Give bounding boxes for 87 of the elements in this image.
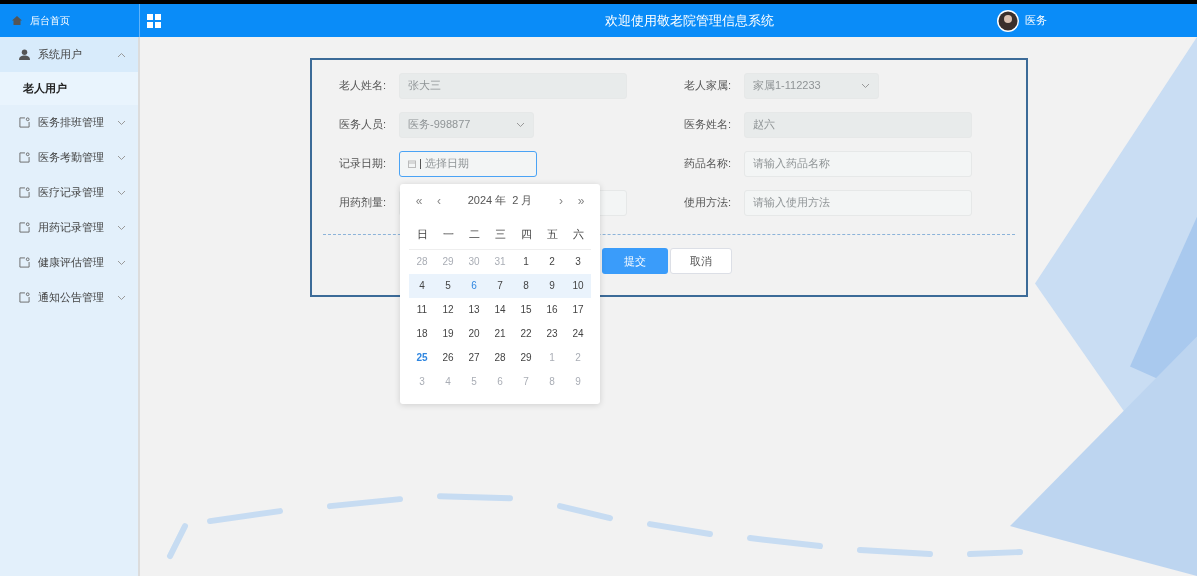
field-value: 赵六 <box>753 117 776 133</box>
home-icon <box>12 16 22 25</box>
dropdown-icon <box>861 82 870 89</box>
document-icon <box>19 152 30 163</box>
calendar-day[interactable]: 12 <box>435 302 461 317</box>
sidebar-submenu-item[interactable]: 老人用户 <box>0 72 138 105</box>
expand-icon <box>117 154 126 161</box>
calendar-day[interactable]: 7 <box>487 278 513 293</box>
collapse-icon <box>117 51 126 58</box>
field-placeholder: 请输入使用方法 <box>753 195 831 211</box>
field-value: 家属1-112233 <box>753 78 822 94</box>
calendar-day[interactable]: 13 <box>461 302 487 317</box>
document-icon <box>19 222 30 233</box>
document-icon <box>19 187 30 198</box>
sidebar-menu-item[interactable]: 医疗记录管理 <box>0 175 138 210</box>
calendar-icon <box>408 159 416 168</box>
previous-month-button[interactable]: ‹ <box>429 191 449 210</box>
year-label[interactable]: 2024 年 <box>467 192 507 209</box>
calendar-day[interactable]: 18 <box>409 326 435 341</box>
calendar-day[interactable]: 2 <box>539 254 565 269</box>
user-icon <box>19 49 30 60</box>
calendar-day[interactable]: 17 <box>565 302 591 317</box>
calendar-day[interactable]: 8 <box>513 278 539 293</box>
field-label: 医务人员: <box>337 117 386 133</box>
document-icon <box>19 117 30 128</box>
previous-year-button[interactable]: « <box>409 191 429 210</box>
field-value: 医务-998877 <box>408 117 472 133</box>
expand-icon <box>117 294 126 301</box>
field-placeholder: 请输入药品名称 <box>753 156 831 172</box>
header-title: 欢迎使用敬老院管理信息系统 <box>603 11 775 30</box>
calendar-day[interactable]: 21 <box>487 326 513 341</box>
calendar-day[interactable]: 22 <box>513 326 539 341</box>
weekday-label: 一 <box>441 227 455 242</box>
document-icon <box>19 292 30 303</box>
calendar-day[interactable]: 14 <box>487 302 513 317</box>
field-label: 记录日期: <box>337 156 386 172</box>
expand-icon <box>117 119 126 126</box>
calendar-day[interactable]: 15 <box>513 302 539 317</box>
sidebar-menu-item[interactable]: 用药记录管理 <box>0 210 138 245</box>
dropdown-icon <box>516 121 525 128</box>
calendar-day[interactable]: 28 <box>487 350 513 365</box>
calendar-day[interactable]: 4 <box>409 278 435 293</box>
calendar-day[interactable]: 24 <box>565 326 591 341</box>
field-label: 使用方法: <box>682 195 731 211</box>
user-name: 医务 <box>1025 13 1047 29</box>
calendar-day[interactable]: 5 <box>435 278 461 293</box>
next-year-button[interactable]: » <box>571 191 591 210</box>
field-placeholder: 选择日期 <box>425 156 470 172</box>
calendar-day[interactable]: 29 <box>513 350 539 365</box>
calendar-day[interactable]: 11 <box>409 302 435 317</box>
sidebar-menu-item[interactable]: 医务考勤管理 <box>0 140 138 175</box>
expand-icon <box>117 189 126 196</box>
sidebar-menu-item[interactable]: 健康评估管理 <box>0 245 138 280</box>
calendar-day[interactable]: 16 <box>539 302 565 317</box>
expand-icon <box>117 259 126 266</box>
field-label: 老人姓名: <box>337 78 386 94</box>
field-label: 医务姓名: <box>682 117 731 133</box>
field-label: 老人家属: <box>682 78 731 94</box>
calendar-day[interactable]: 26 <box>435 350 461 365</box>
weekday-label: 二 <box>467 227 481 242</box>
calendar-day[interactable]: 10 <box>565 278 591 293</box>
calendar-day[interactable]: 27 <box>461 350 487 365</box>
next-month-button[interactable]: › <box>551 191 571 210</box>
calendar-day[interactable]: 20 <box>461 326 487 341</box>
field-label: 用药剂量: <box>337 195 386 211</box>
weekday-label: 五 <box>545 227 559 242</box>
expand-icon <box>117 224 126 231</box>
calendar-day[interactable]: 6 <box>461 278 487 293</box>
sidebar-menu-item[interactable]: 系统用户 <box>0 37 138 72</box>
calendar-day[interactable]: 19 <box>435 326 461 341</box>
calendar-day[interactable]: 25 <box>409 350 435 365</box>
calendar-day[interactable]: 1 <box>513 254 539 269</box>
calendar-day[interactable]: 23 <box>539 326 565 341</box>
calendar-day[interactable]: 9 <box>539 278 565 293</box>
weekday-label: 六 <box>571 227 585 242</box>
weekday-label: 四 <box>519 227 533 242</box>
sidebar-menu-item[interactable]: 通知公告管理 <box>0 280 138 315</box>
calendar-day[interactable]: 3 <box>565 254 591 269</box>
weekday-label: 日 <box>415 227 429 242</box>
field-label: 药品名称: <box>682 156 731 172</box>
grid-menu-icon[interactable] <box>147 13 161 28</box>
document-icon <box>19 257 30 268</box>
month-label[interactable]: 2 月 <box>512 192 533 209</box>
weekday-label: 三 <box>493 227 507 242</box>
sidebar-menu-item[interactable]: 医务排班管理 <box>0 105 138 140</box>
cancel-button[interactable]: 取消 <box>670 248 732 274</box>
avatar[interactable] <box>997 9 1019 32</box>
